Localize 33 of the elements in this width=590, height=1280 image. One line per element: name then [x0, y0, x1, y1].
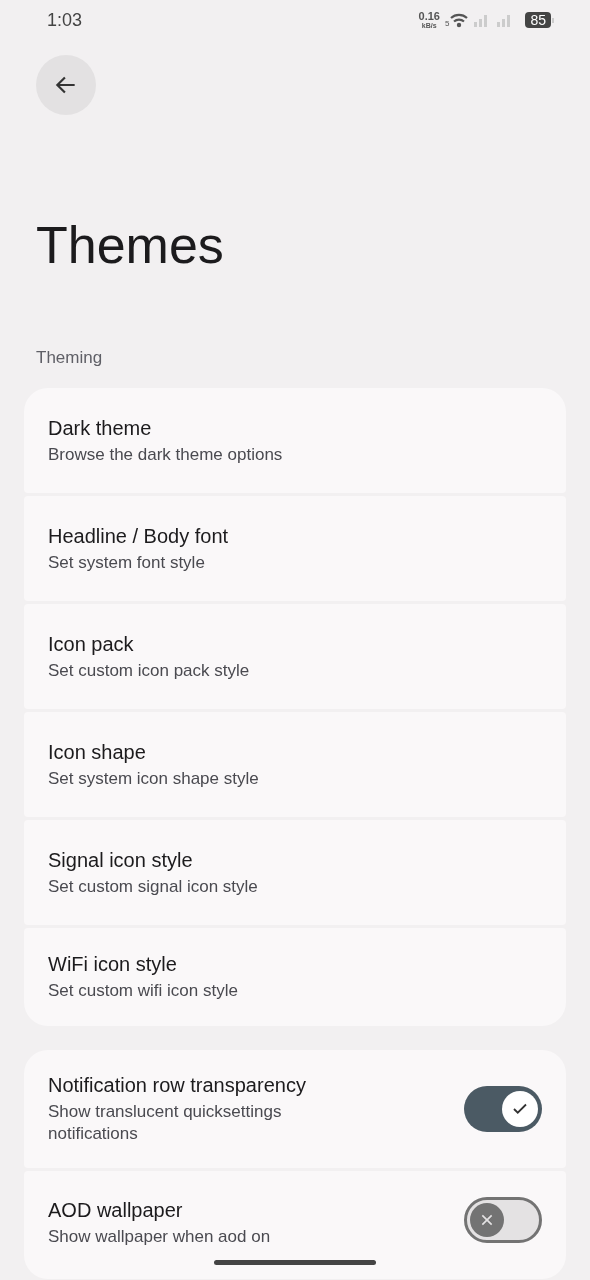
wifi-icon [450, 12, 469, 28]
settings-item[interactable]: Icon shape Set system icon shape style [24, 711, 566, 817]
item-title: Dark theme [48, 415, 153, 441]
item-subtitle: Set system icon shape style [48, 767, 259, 790]
settings-item[interactable]: WiFi icon style Set custom wifi icon style [24, 927, 566, 1026]
network-speed: 0.16 [418, 11, 440, 22]
item-title: Notification row transparency [48, 1073, 307, 1098]
item-subtitle: Set custom icon pack style [48, 659, 250, 682]
page-title: Themes [36, 215, 225, 275]
item-title: Icon pack [48, 631, 135, 657]
settings-item[interactable]: Headline / Body font Set system font style [24, 495, 566, 601]
battery-level: 85 [525, 12, 551, 28]
settings-item[interactable]: Notification row transparency Show translucent quicksettings notifications [24, 1049, 566, 1168]
toggle-switch[interactable] [464, 1085, 542, 1132]
item-subtitle: Show translucent quicksettings notifications [48, 1101, 283, 1145]
section-header: Theming [36, 347, 103, 369]
item-subtitle: Set system font style [48, 551, 206, 574]
wifi-label: 5 [444, 20, 450, 28]
item-subtitle: Set custom wifi icon style [48, 980, 238, 1002]
toggle-switch[interactable] [464, 1196, 542, 1243]
item-subtitle: Browse the dark theme options [48, 443, 283, 466]
item-subtitle: Show wallpaper when aod on [48, 1225, 272, 1248]
settings-item[interactable]: Signal icon style Set custom signal icon style [24, 819, 566, 925]
item-title: Icon shape [48, 739, 147, 765]
settings-item[interactable]: AOD wallpaper Show wallpaper when aod on [24, 1170, 566, 1279]
item-title: Headline / Body font [48, 523, 229, 549]
status-time: 1:03 [47, 8, 83, 32]
item-title: WiFi icon style [48, 952, 178, 977]
item-title: Signal icon style [48, 847, 194, 873]
item-subtitle: Set custom signal icon style [48, 875, 258, 898]
item-title: AOD wallpaper [48, 1197, 184, 1223]
settings-item[interactable]: Dark theme Browse the dark theme options [24, 387, 566, 493]
settings-item[interactable]: Icon pack Set custom icon pack style [24, 603, 566, 709]
